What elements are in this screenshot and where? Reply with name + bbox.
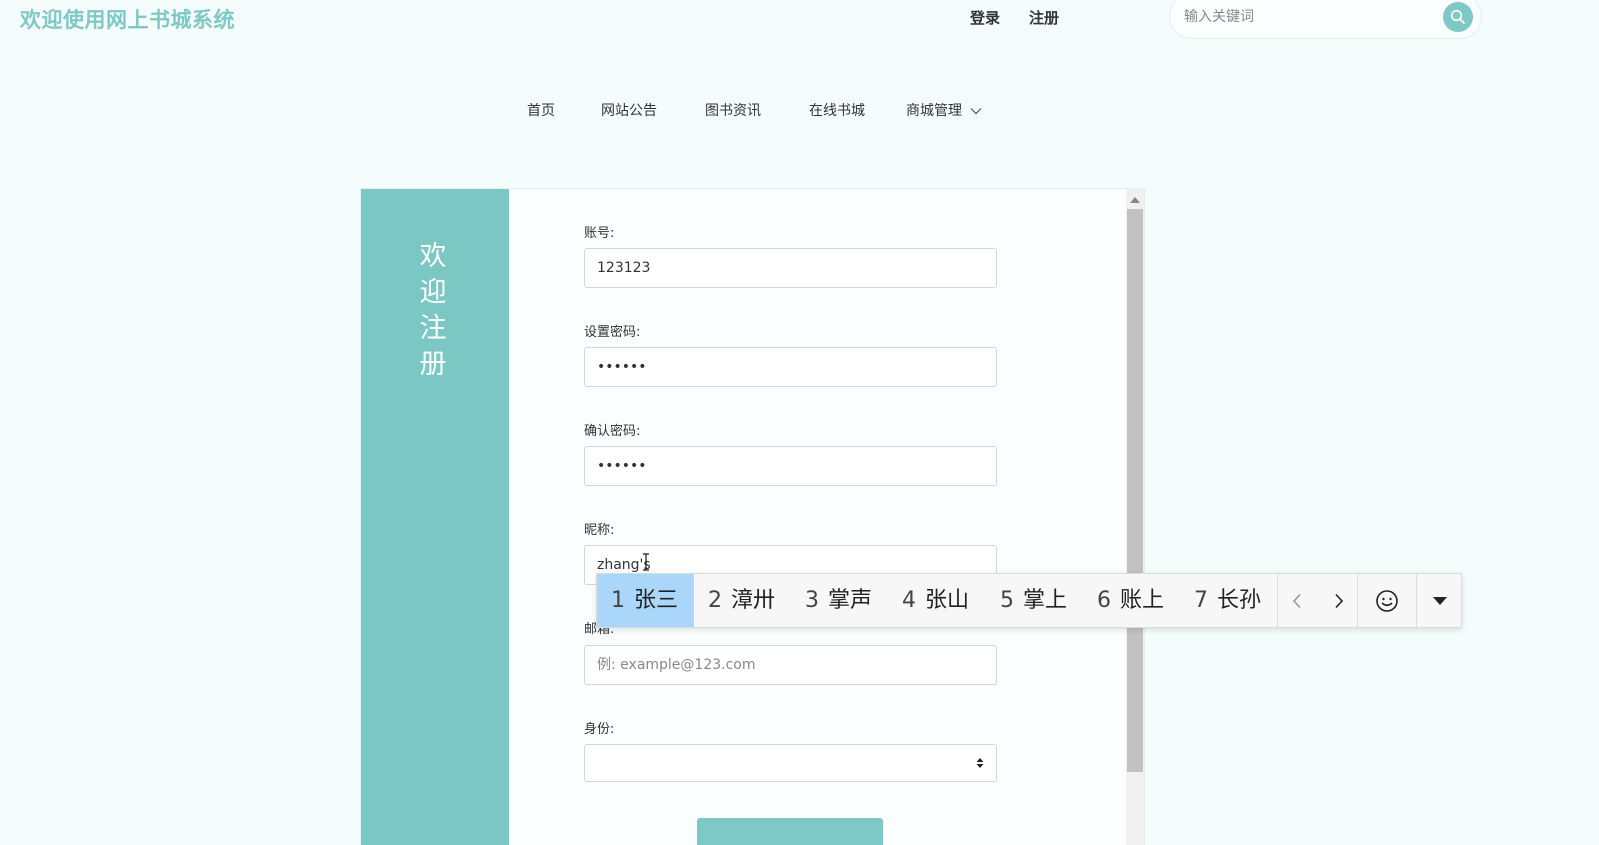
- nav-store-management-label: 商城管理: [906, 103, 962, 119]
- confirm-password-label: 确认密码:: [584, 424, 641, 439]
- ime-candidate-text: 漳卅: [731, 588, 776, 613]
- chevron-down-icon: [971, 108, 982, 115]
- side-title-char: 欢: [419, 241, 447, 272]
- account-input[interactable]: [584, 248, 997, 288]
- ime-expand-button[interactable]: [1417, 574, 1462, 627]
- ime-candidate-text: 张山: [925, 588, 970, 613]
- confirm-password-input[interactable]: [584, 446, 997, 486]
- search-button[interactable]: [1443, 2, 1473, 32]
- ime-next-page-button[interactable]: [1320, 574, 1358, 627]
- smiley-icon: [1376, 589, 1398, 612]
- ime-candidate-text: 张三: [634, 588, 679, 613]
- password-label: 设置密码:: [584, 325, 641, 340]
- search-input[interactable]: [1184, 5, 1434, 29]
- side-title-char: 册: [419, 349, 447, 380]
- side-title-char: 注: [419, 313, 447, 344]
- email-input[interactable]: [584, 645, 997, 685]
- ime-candidate-1[interactable]: 1 张三: [597, 574, 694, 627]
- text-cursor-icon: [643, 553, 649, 571]
- login-link[interactable]: 登录: [970, 7, 1000, 28]
- ime-prev-page-button[interactable]: [1278, 574, 1316, 627]
- ime-candidate-number: 2: [708, 588, 722, 613]
- welcome-register-title: 欢 迎 注 册: [413, 239, 453, 383]
- ime-candidate-6[interactable]: 6 账上: [1097, 574, 1164, 627]
- nav-home[interactable]: 首页: [527, 100, 555, 120]
- side-title-char: 迎: [419, 277, 447, 308]
- ime-candidate-number: 3: [805, 588, 819, 613]
- site-title: 欢迎使用网上书城系统: [20, 8, 235, 32]
- ime-candidate-number: 5: [1000, 588, 1014, 613]
- scrollbar-thumb[interactable]: [1127, 209, 1143, 772]
- welcome-side-panel: 欢 迎 注 册: [361, 189, 509, 845]
- nav-book-news[interactable]: 图书资讯: [705, 100, 761, 120]
- search-box: [1169, 0, 1482, 39]
- scroll-up-arrow-icon[interactable]: [1130, 197, 1140, 203]
- ime-candidate-5[interactable]: 5 掌上: [1000, 574, 1067, 627]
- ime-candidate-2[interactable]: 2 漳卅: [708, 574, 775, 627]
- main-nav: 首页 网站公告 图书资讯 在线书城 商城管理: [0, 100, 1599, 124]
- ime-candidate-number: 1: [611, 588, 625, 613]
- register-link[interactable]: 注册: [1029, 7, 1059, 28]
- ime-candidate-3[interactable]: 3 掌声: [805, 574, 872, 627]
- ime-candidate-number: 6: [1097, 588, 1111, 613]
- page: 欢迎使用网上书城系统 登录 注册 首页 网站公告 图书资讯 在线书城 商城管理 …: [0, 0, 1599, 845]
- chevron-left-icon: [1292, 593, 1301, 608]
- nav-announcements[interactable]: 网站公告: [601, 100, 657, 120]
- identity-label: 身份:: [584, 722, 615, 737]
- register-submit-button[interactable]: [697, 818, 883, 845]
- register-panel: 欢 迎 注 册 账号: 设置密码: 确认密码: 昵称: 邮箱: 身份:: [360, 188, 1145, 845]
- ime-candidate-text: 账上: [1120, 588, 1165, 613]
- ime-candidate-text: 掌声: [828, 588, 873, 613]
- ime-emoji-button[interactable]: [1358, 574, 1416, 627]
- nickname-label: 昵称:: [584, 523, 615, 538]
- ime-candidate-number: 4: [902, 588, 916, 613]
- ime-candidate-text: 掌上: [1023, 588, 1068, 613]
- chevron-right-icon: [1335, 593, 1344, 608]
- panel-scrollbar[interactable]: [1126, 189, 1144, 845]
- ime-candidate-7[interactable]: 7 长孙: [1194, 574, 1261, 627]
- ime-candidate-text: 长孙: [1217, 588, 1262, 613]
- account-label: 账号:: [584, 226, 615, 241]
- nav-online-bookstore[interactable]: 在线书城: [809, 100, 865, 120]
- select-arrows-icon: [976, 758, 984, 768]
- ime-candidate-bar: 1 张三 2 漳卅 3 掌声 4 张山 5 掌上 6 账上 7 长孙: [596, 573, 1462, 628]
- ime-candidate-number: 7: [1194, 588, 1208, 613]
- nav-store-management[interactable]: 商城管理: [906, 100, 982, 120]
- password-input[interactable]: [584, 347, 997, 387]
- identity-select[interactable]: [584, 744, 997, 782]
- ime-candidate-4[interactable]: 4 张山: [902, 574, 969, 627]
- search-icon: [1450, 9, 1465, 24]
- triangle-down-icon: [1432, 596, 1447, 605]
